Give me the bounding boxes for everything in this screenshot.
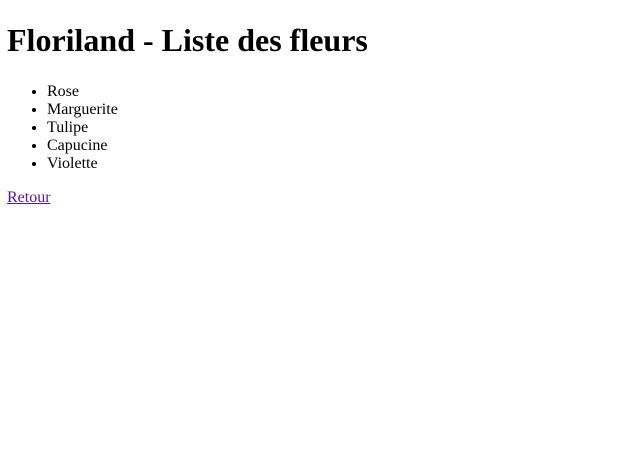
page-title: Floriland - Liste des fleurs: [7, 22, 368, 58]
back-link[interactable]: Retour: [7, 189, 51, 206]
flower-list: Rose Marguerite Tulipe Capucine Violette: [7, 83, 612, 173]
list-item-violette: Violette: [47, 155, 612, 173]
list-item-capucine: Capucine: [47, 137, 612, 155]
page-body: Floriland - Liste des fleurs Rose Margue…: [0, 0, 619, 207]
list-item-marguerite: Marguerite: [47, 101, 612, 119]
back-paragraph: Retour: [7, 189, 612, 207]
list-item-tulipe: Tulipe: [47, 119, 612, 137]
list-item-rose: Rose: [47, 83, 612, 101]
